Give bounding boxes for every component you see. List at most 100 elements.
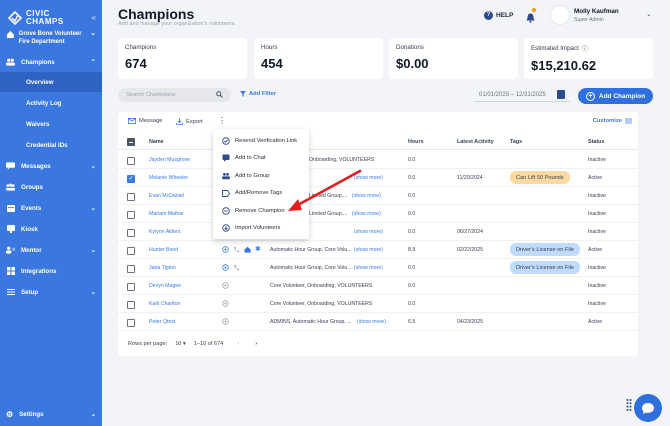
champion-name-link[interactable]: Evan McDaniel [149, 193, 184, 199]
prev-page-icon[interactable]: ‹ [237, 341, 239, 347]
phone-icon [234, 264, 240, 271]
collapse-sidebar-icon[interactable]: « [92, 13, 96, 22]
sidebar-item-setup[interactable]: Setup ⌄ [0, 283, 102, 301]
stat-value: 454 [261, 56, 283, 71]
row-checkbox[interactable] [127, 283, 135, 291]
show-more-link[interactable]: (show more) [352, 211, 381, 217]
sidebar-item-champions[interactable]: Champions ⌃ [0, 53, 102, 71]
user-menu-chevron-icon[interactable]: ⌄ [646, 10, 652, 18]
search-input[interactable]: Search Champions [118, 88, 231, 102]
table-row[interactable]: Hunter Bond ✱ Automatic Hour Group, Core… [118, 241, 638, 259]
stat-label: Hours [261, 44, 278, 51]
column-header-name[interactable]: Name [149, 139, 164, 145]
menu-item-resend-verification-link[interactable]: Resend Verification Link [213, 132, 309, 150]
sidebar-item-events[interactable]: Events ⌄ [0, 199, 102, 217]
table-row[interactable]: Kylynn Alders (show more) 0.0 06/27/2024… [118, 223, 638, 241]
sidebar-item-messages[interactable]: Messages ⌄ [0, 157, 102, 175]
row-checkbox[interactable] [127, 193, 135, 201]
sidebar-item-label: Integrations [21, 267, 57, 275]
champion-name-link[interactable]: Melanie Wheeler [149, 175, 188, 181]
sidebar-item-integrations[interactable]: Integrations [0, 262, 102, 280]
table-row[interactable]: ✓ Melanie Wheeler (show more) 0.0 11/20/… [118, 169, 638, 187]
mentor-icon [6, 246, 15, 255]
search-icon [216, 90, 223, 100]
show-more-link[interactable]: (show more) [354, 247, 383, 253]
column-header-latest-activity[interactable]: Latest Activity [457, 139, 494, 145]
sidebar-item-groups[interactable]: Groups [0, 178, 102, 196]
more-actions-icon[interactable]: ⋮ [218, 116, 226, 125]
row-checkbox[interactable] [127, 247, 135, 255]
menu-item-add-remove-tags[interactable]: Add/Remove Tags [213, 185, 309, 203]
champion-name-link[interactable]: Jana Tipton [149, 265, 176, 271]
show-more-link[interactable]: (show more) [357, 319, 386, 325]
sidebar-item-label: Kiosk [21, 225, 38, 233]
avatar[interactable] [550, 5, 570, 25]
help-button[interactable]: ? HELP [484, 8, 513, 22]
show-more-link[interactable]: (show more) [352, 193, 381, 199]
apps-grid-icon[interactable] [626, 398, 632, 412]
row-checkbox[interactable] [127, 265, 135, 273]
civic-champs-logo[interactable]: CIVIC CHAMPS [8, 10, 64, 26]
stat-value: $0.00 [396, 56, 429, 71]
sidebar-subitem-credential-ids[interactable]: Credential IDs [0, 135, 102, 155]
champion-name-link[interactable]: Devyn Magee [149, 283, 181, 289]
message-button[interactable]: Message [128, 118, 163, 124]
export-button[interactable]: Export [176, 118, 203, 125]
sidebar-item-mentor[interactable]: Mentor ⌄ [0, 241, 102, 259]
champion-name-link[interactable]: Kylynn Alders [149, 229, 180, 235]
add-filter-button[interactable]: Add Filter [240, 91, 276, 97]
champion-name-link[interactable]: Mariam Mathar [149, 211, 184, 217]
more-actions-menu: Resend Verification Link Add to Chat Add… [213, 129, 309, 239]
table-row[interactable]: Jayden Musgrove Onboarding, VOLUNTEERS 0… [118, 151, 638, 169]
hours-value: 0.0 [408, 265, 416, 271]
champion-name-link[interactable]: Karli Charlton [149, 301, 180, 307]
sidebar-subitem-label: Waivers [26, 120, 50, 128]
table-row[interactable]: Devyn Magee Core Volunteer, Onboarding, … [118, 277, 638, 295]
menu-item-import-volunteers[interactable]: Import Volunteers [213, 220, 309, 238]
menu-item-add-to-group[interactable]: Add to Group [213, 167, 309, 185]
stat-card-estimated-impact: Estimated Impact ⓘ $15,210.62 [524, 38, 653, 79]
table-row[interactable]: Karli Charlton Core Volunteer, Onboardin… [118, 295, 638, 313]
row-checkbox[interactable] [127, 319, 135, 327]
sidebar-subitem-activity-log[interactable]: Activity Log [0, 93, 102, 113]
column-header-tags[interactable]: Tags [510, 139, 522, 145]
rows-per-page-select[interactable]: 10 ▾ [175, 341, 186, 347]
notification-badge [532, 8, 536, 12]
sidebar-subitem-waivers[interactable]: Waivers [0, 114, 102, 134]
column-header-hours[interactable]: Hours [408, 139, 424, 145]
add-champion-button[interactable]: + Add Champion [578, 88, 653, 104]
row-checkbox[interactable] [127, 211, 135, 219]
date-range-input[interactable]: 01/01/2025 – 12/31/2025 [474, 88, 570, 102]
info-icon[interactable]: ⓘ [582, 44, 588, 53]
sidebar-subitem-overview[interactable]: Overview [0, 72, 102, 92]
table-row[interactable]: Jana Tipton Automatic Hour Group, Core V… [118, 259, 638, 277]
next-page-icon[interactable]: › [255, 341, 257, 347]
champion-name-link[interactable]: Hunter Bond [149, 247, 178, 253]
row-checkbox[interactable] [127, 157, 135, 165]
stat-card-donations: Donations $0.00 [389, 38, 518, 79]
hours-value: 0.0 [408, 301, 416, 307]
champion-name-link[interactable]: Jayden Musgrove [149, 157, 190, 163]
menu-item-remove-champion[interactable]: Remove Champion [213, 202, 309, 220]
sidebar-item-kiosk[interactable]: Kiosk [0, 220, 102, 238]
customize-button[interactable]: Customize [593, 118, 632, 124]
row-checkbox[interactable] [127, 301, 135, 309]
column-header-status[interactable]: Status [588, 139, 604, 145]
org-switcher[interactable]: Grove Bone Volunteer Fire Department ⌄ [0, 30, 102, 46]
show-more-link[interactable]: (show more) [354, 175, 383, 181]
table-row[interactable]: Evan McDaniel Limited Group,... (show mo… [118, 187, 638, 205]
champion-name-link[interactable]: Peter Qtest [149, 319, 175, 325]
select-all-checkbox[interactable] [127, 138, 135, 146]
menu-item-add-to-chat[interactable]: Add to Chat [213, 150, 309, 168]
row-checkbox[interactable] [127, 229, 135, 237]
show-more-link[interactable]: (show more) [354, 265, 383, 271]
support-chat-button[interactable] [634, 394, 662, 422]
notifications-button[interactable] [526, 8, 536, 28]
sidebar-item-settings[interactable]: ⚙ Settings ⌄ [0, 406, 102, 422]
calendar-icon[interactable] [557, 90, 565, 99]
menu-item-label: Add to Chat [235, 155, 266, 162]
table-row[interactable]: Peter Qtest ADMINS, Automatic Hour Group… [118, 313, 638, 331]
row-checkbox[interactable]: ✓ [127, 175, 135, 183]
show-more-link[interactable]: (show more) [354, 229, 383, 235]
table-row[interactable]: Mariam Mathar Limited Group,... (show mo… [118, 205, 638, 223]
